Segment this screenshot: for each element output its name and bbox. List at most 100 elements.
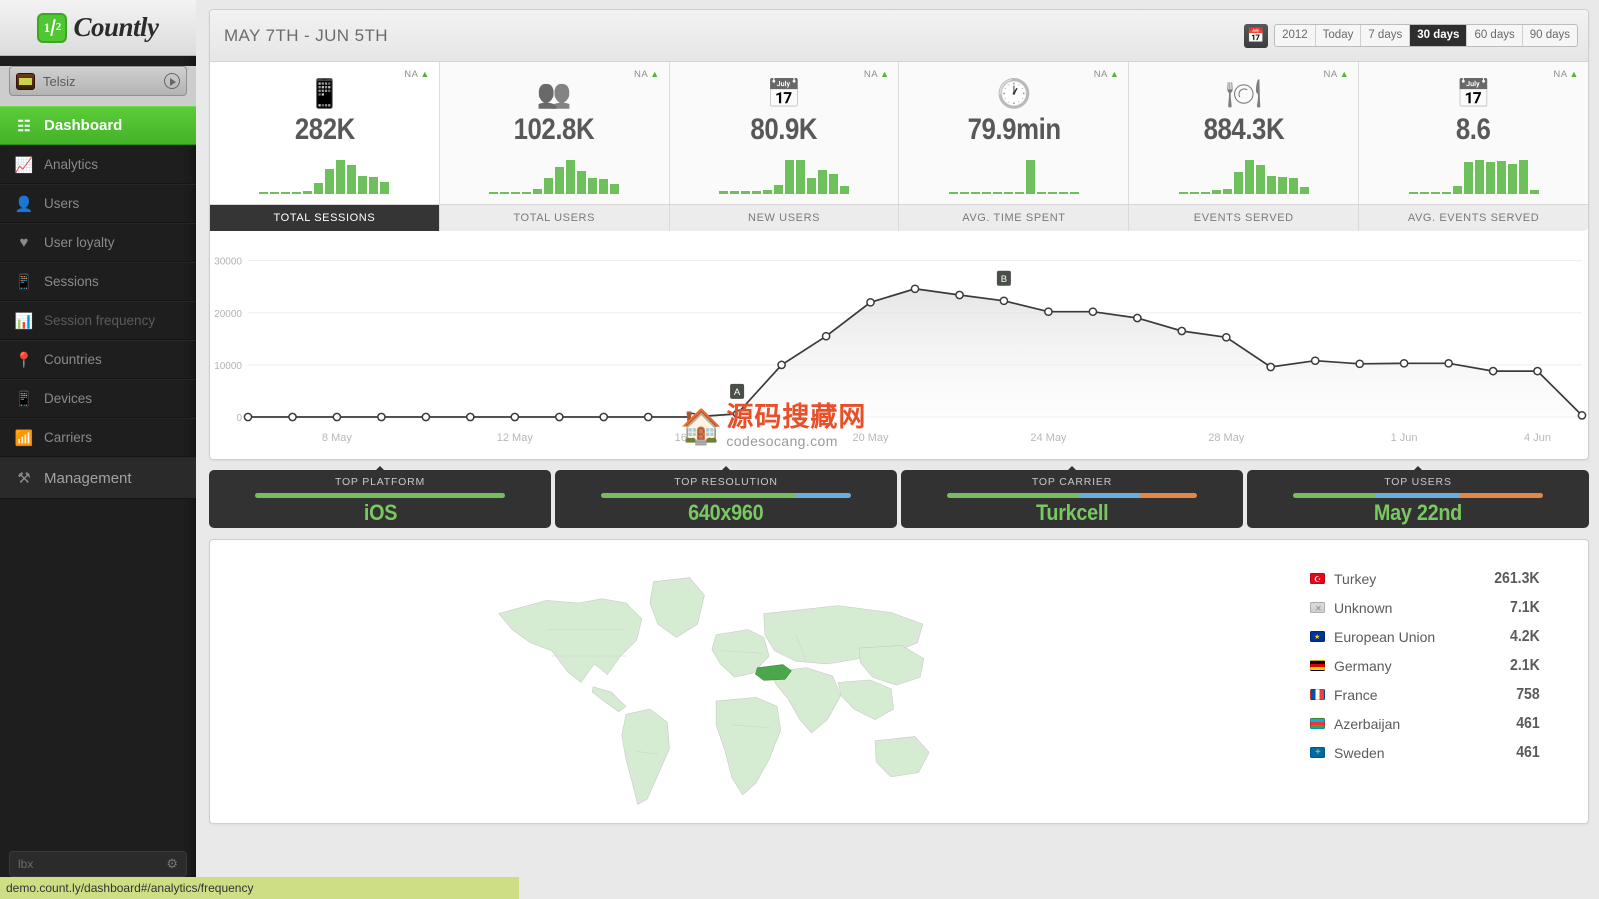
kpi-value: 80.9K — [750, 113, 818, 146]
kpi-sparkline — [948, 158, 1079, 194]
trend-up-icon: ▲ — [880, 69, 890, 79]
phone-bolt-icon: 📱 — [306, 77, 342, 109]
kpi-card-5[interactable]: NA ▲ 📅 8.6 — [1359, 62, 1588, 204]
countly-logo-icon: 1 2 — [37, 12, 68, 43]
kpi-tab-avg-events-served[interactable]: AVG. EVENTS SERVED — [1359, 205, 1588, 231]
kpi-value: 282K — [294, 113, 355, 146]
svg-text:1 Jun: 1 Jun — [1391, 432, 1418, 444]
top-card-top-carrier[interactable]: TOP CARRIER Turkcell — [901, 466, 1243, 528]
radio-icon — [16, 72, 35, 90]
country-name: Germany — [1334, 657, 1392, 674]
date-range-30-days[interactable]: 30 days — [1410, 25, 1468, 46]
kpi-value: 884.3K — [1203, 113, 1285, 146]
top-card-value: Turkcell — [1035, 500, 1109, 525]
gear-icon[interactable]: ⚙ — [166, 856, 178, 872]
trend-up-icon: ▲ — [1569, 69, 1579, 79]
play-circle-icon[interactable] — [164, 73, 180, 89]
kpi-card-1[interactable]: NA ▲ 👥 102.8K — [439, 62, 670, 204]
sidebar-item-management[interactable]: ⚒ Management — [0, 457, 196, 499]
dashboard-icon: ☷ — [17, 117, 31, 135]
sidebar: 1 2 Countly Telsiz ☷ Dashboard 📈 Analytics 👤… — [0, 0, 196, 899]
top-card-top-platform[interactable]: TOP PLATFORM iOS — [209, 466, 551, 528]
bar-chart-icon: 📊 — [14, 312, 34, 330]
tools-icon: ⚒ — [17, 470, 31, 487]
top-cards-row: TOP PLATFORM iOS TOP RESOLUTION 640x960 TOP … — [209, 466, 1589, 528]
trend-up-icon: ▲ — [420, 69, 430, 79]
kpi-sparkline — [489, 158, 620, 194]
country-row[interactable]: + Sweden 461 — [1310, 738, 1540, 767]
overview-panel: MAY 7TH - JUN 5TH 📅 2012 Today 7 days 30 da… — [209, 9, 1589, 460]
country-row[interactable]: ☪ Turkey 261.3K — [1310, 564, 1540, 593]
sidebar-item-countries[interactable]: 📍 Countries — [0, 340, 196, 379]
sidebar-footer[interactable]: lbx ⚙ — [9, 851, 187, 877]
map-pin-icon: 📍 — [14, 351, 34, 369]
sidebar-item-label: Users — [44, 196, 80, 211]
country-row[interactable]: France 758 — [1310, 680, 1540, 709]
flag-icon-fr — [1310, 689, 1325, 700]
sidebar-item-users[interactable]: 👤 Users — [0, 184, 196, 223]
status-url-text: demo.count.ly/dashboard#/analytics/frequ… — [6, 881, 254, 895]
country-row[interactable]: Germany 2.1K — [1310, 651, 1540, 680]
svg-text:20000: 20000 — [214, 309, 242, 320]
svg-text:16 May: 16 May — [675, 432, 712, 444]
sidebar-item-devices[interactable]: 📱 Devices — [0, 379, 196, 418]
kpi-tab-events-served[interactable]: EVENTS SERVED — [1129, 205, 1360, 231]
top-card-value: 640x960 — [688, 500, 764, 525]
sidebar-item-analytics[interactable]: 📈 Analytics — [0, 145, 196, 184]
country-row[interactable]: ★ European Union 4.2K — [1310, 622, 1540, 651]
date-range-2012[interactable]: 2012 — [1275, 25, 1316, 46]
date-controls: 📅 2012 Today 7 days 30 days 60 days 90 days — [1244, 23, 1578, 48]
country-name: European Union — [1334, 628, 1436, 645]
sidebar-item-label: Devices — [44, 391, 93, 406]
date-range-90-days[interactable]: 90 days — [1523, 25, 1577, 46]
date-range-segmented: 2012 Today 7 days 30 days 60 days 90 days — [1274, 24, 1578, 47]
svg-text:8 May: 8 May — [322, 432, 352, 444]
kpi-change: NA ▲ — [404, 69, 430, 80]
app-selector[interactable]: Telsiz — [9, 66, 187, 96]
sidebar-item-carriers[interactable]: 📶 Carriers — [0, 418, 196, 457]
kpi-row: NA ▲ 📱 282K NA ▲ 👥 102.8K NA ▲ 📅 80.9K NA ▲ 🕐 79.9min NA… — [210, 62, 1588, 204]
country-row[interactable]: ✕ Unknown 7.1K — [1310, 593, 1540, 622]
country-row[interactable]: Azerbaijan 461 — [1310, 709, 1540, 738]
sidebar-item-sessions[interactable]: 📱 Sessions — [0, 262, 196, 301]
user-icon: 👤 — [14, 195, 34, 213]
kpi-card-4[interactable]: NA ▲ 🍽 884.3K — [1129, 62, 1360, 204]
kpi-card-0[interactable]: NA ▲ 📱 282K — [210, 62, 440, 204]
flag-icon-az — [1310, 718, 1325, 729]
sessions-chart[interactable]: 0 10000 20000 30000 8 May 12 May 16 May 20 May 2… — [210, 231, 1588, 459]
world-map[interactable] — [232, 550, 1232, 815]
kpi-change: NA ▲ — [1323, 69, 1350, 80]
top-card-top-resolution[interactable]: TOP RESOLUTION 640x960 — [555, 466, 897, 528]
kpi-change: NA ▲ — [1093, 69, 1120, 80]
kpi-tab-total-sessions[interactable]: TOTAL SESSIONS — [210, 205, 440, 238]
flag-icon-unknown: ✕ — [1310, 602, 1325, 613]
svg-text:12 May: 12 May — [497, 432, 534, 444]
date-range-7-days[interactable]: 7 days — [1361, 25, 1411, 46]
kpi-card-3[interactable]: NA ▲ 🕐 79.9min — [899, 62, 1130, 204]
sidebar-item-label: Dashboard — [44, 117, 123, 134]
sidebar-item-user-loyalty[interactable]: ♥ User loyalty — [0, 223, 196, 262]
svg-text:20 May: 20 May — [852, 432, 889, 444]
date-range-60-days[interactable]: 60 days — [1467, 25, 1523, 46]
sidebar-item-label: User loyalty — [44, 235, 115, 250]
svg-text:0: 0 — [236, 413, 242, 424]
signal-icon: 📶 — [14, 429, 34, 447]
sidebar-item-label: Countries — [44, 352, 102, 367]
clock-icon: 🕐 — [996, 77, 1032, 109]
kpi-tab-avg-time-spent[interactable]: AVG. TIME SPENT — [899, 205, 1130, 231]
brand-name: Countly — [73, 12, 159, 42]
country-value: 7.1K — [1510, 598, 1540, 616]
calendar-icon[interactable]: 📅 — [1244, 23, 1269, 48]
kpi-change: NA ▲ — [634, 69, 660, 80]
kpi-tab-new-users[interactable]: NEW USERS — [670, 205, 900, 231]
logo-bar: 1 2 Countly — [0, 0, 196, 56]
topbar: MAY 7TH - JUN 5TH 📅 2012 Today 7 days 30 da… — [210, 10, 1588, 62]
date-range-today[interactable]: Today — [1316, 25, 1362, 46]
kpi-tab-total-users[interactable]: TOTAL USERS — [440, 205, 670, 231]
sidebar-item-dashboard[interactable]: ☷ Dashboard — [0, 106, 196, 145]
kpi-card-2[interactable]: NA ▲ 📅 80.9K — [669, 62, 900, 204]
top-card-top-users[interactable]: TOP USERS May 22nd — [1247, 466, 1589, 528]
top-card-bar — [1293, 493, 1543, 498]
sidebar-item-label: Sessions — [44, 274, 99, 289]
sidebar-item-session-frequency[interactable]: 📊 Session frequency — [0, 301, 196, 340]
